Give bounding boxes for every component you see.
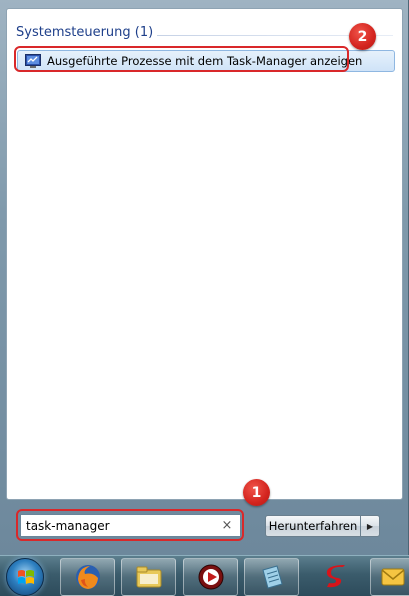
search-box[interactable]: ×: [20, 514, 241, 537]
firefox-icon: [75, 565, 100, 589]
chevron-right-icon: ▶: [366, 521, 374, 531]
start-menu: Systemsteuerung (1) Ausgeführte Prozesse…: [0, 0, 409, 555]
search-input[interactable]: [21, 515, 211, 536]
media-player-icon: [198, 564, 223, 590]
result-item-task-manager[interactable]: Ausgeführte Prozesse mit dem Task-Manage…: [17, 50, 395, 72]
taskbar-s-app[interactable]: [308, 558, 363, 596]
annotation-badge-2: 2: [349, 23, 376, 50]
results-section-header[interactable]: Systemsteuerung (1): [16, 25, 153, 40]
clear-icon[interactable]: ×: [220, 518, 234, 533]
taskbar-explorer[interactable]: [121, 558, 176, 596]
taskbar-media-player[interactable]: [183, 558, 238, 596]
windows-logo-icon: [18, 570, 34, 584]
task-manager-icon: [25, 54, 41, 68]
taskbar: [0, 555, 409, 596]
s-app-icon: [326, 565, 345, 588]
search-results-panel: Systemsteuerung (1) Ausgeführte Prozesse…: [6, 8, 403, 500]
taskbar-notepad[interactable]: [244, 558, 299, 596]
explorer-icon: [136, 566, 161, 588]
taskbar-firefox[interactable]: [60, 558, 115, 596]
shutdown-button[interactable]: Herunterfahren: [265, 515, 361, 537]
shutdown-group: Herunterfahren ▶: [265, 515, 380, 537]
annotation-badge-1: 1: [243, 479, 270, 506]
shutdown-options-button[interactable]: ▶: [361, 515, 380, 537]
notepad-icon: [261, 565, 283, 589]
start-button[interactable]: [6, 558, 44, 596]
result-item-label: Ausgeführte Prozesse mit dem Task-Manage…: [47, 54, 363, 68]
mail-icon: [381, 568, 404, 586]
taskbar-mail[interactable]: [370, 558, 409, 596]
